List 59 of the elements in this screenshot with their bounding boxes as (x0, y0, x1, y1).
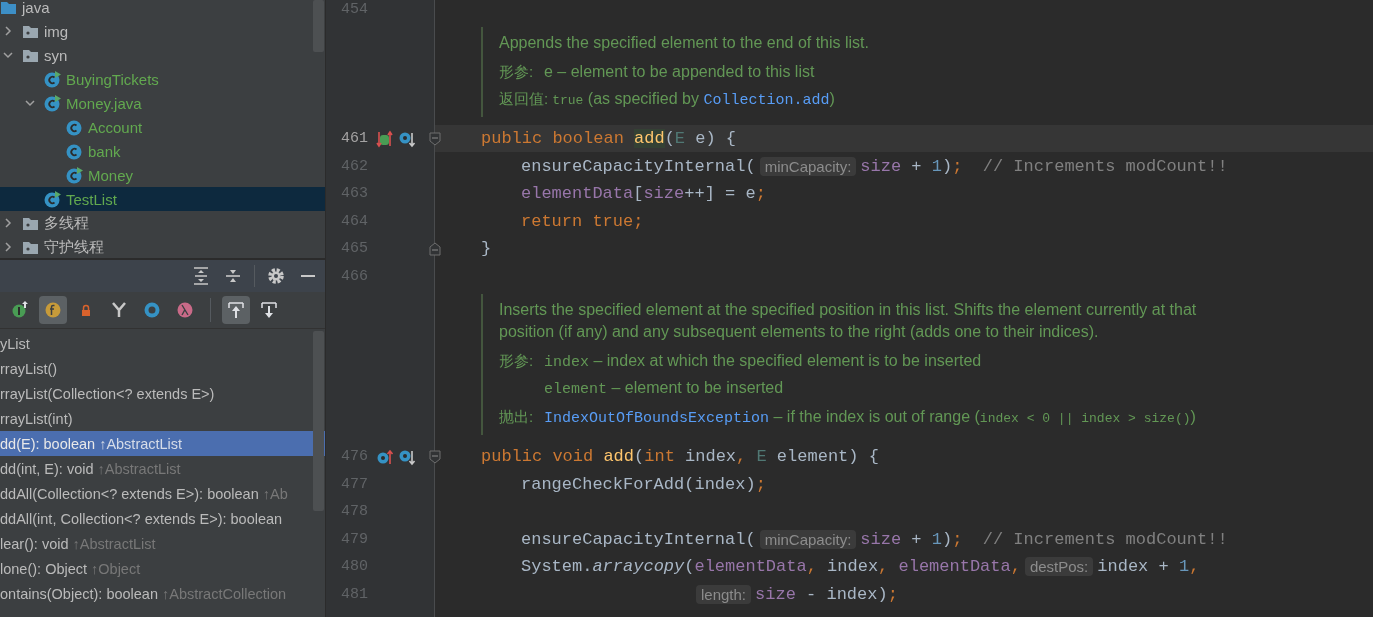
code-line: elementData[size++] = e; (520, 183, 767, 205)
tree-item[interactable]: Account (0, 115, 325, 139)
doc-text: Inserts the specified element at the specified position in this list. Shifts the element currently at that (499, 299, 1197, 320)
field-filter-icon[interactable] (39, 296, 67, 324)
tree-item[interactable]: bank (0, 139, 325, 163)
parameter-hint: length: (696, 584, 752, 604)
tree-item[interactable]: 守护线程 (0, 235, 325, 258)
scrollbar[interactable] (313, 0, 324, 52)
doc-label: 返回值: (499, 88, 549, 109)
line-number: 461 (340, 130, 368, 147)
doc-text: position (if any) and any subsequent elements to the right (adds one to their indices). (499, 321, 1100, 342)
code-line: ensureCapacityInternal( minCapacity: size + 1); // Increments modCount!! (520, 528, 1229, 551)
fold-icon[interactable] (428, 449, 442, 464)
structure-item[interactable]: lear(): void ↑AbstractList (0, 531, 325, 556)
parameter-hint: minCapacity: (759, 156, 857, 176)
settings-icon[interactable] (265, 265, 287, 287)
parameter-hint: minCapacity: (759, 529, 857, 549)
tree-item[interactable]: 多线程 (0, 211, 325, 235)
tree-item[interactable]: syn (0, 43, 325, 67)
code-line: } (480, 238, 493, 260)
doc-text: element – element to be inserted (544, 377, 785, 400)
fold-icon[interactable] (428, 241, 442, 256)
code-line: return true; (520, 210, 645, 233)
tree-item[interactable]: img (0, 19, 325, 43)
tree-item[interactable]: Money (0, 163, 325, 187)
doc-text: index – index at which the specified element is to be inserted (544, 350, 982, 373)
code-line: rangeCheckForAdd(index); (520, 473, 767, 496)
tree-item[interactable]: BuyingTickets (0, 67, 325, 91)
structure-item[interactable]: yList (0, 331, 325, 356)
arrow-up-icon[interactable] (222, 296, 250, 324)
up-down-arrows-icon[interactable] (376, 129, 394, 148)
code-line: ensureCapacityInternal( minCapacity: size + 1); // Increments modCount!! (520, 155, 1229, 178)
folder-icon (0, 0, 17, 16)
structure-item[interactable]: rrayList() (0, 356, 325, 381)
doc-label: 形参: (499, 350, 535, 371)
code-line: public void add(int index, E element) { (480, 446, 880, 468)
tree-item[interactable]: Money.java (0, 91, 325, 115)
tree-item[interactable]: TestList (0, 187, 325, 211)
structure-item[interactable]: rrayList(int) (0, 406, 325, 431)
code-line: System.arraycopy(elementData, index, elementData, destPos: index + 1, (520, 556, 1201, 578)
structure-item[interactable]: ddAll(int, Collection<? extends E>): boolean (0, 506, 325, 531)
structure-item[interactable]: dd(E): boolean ↑AbstractList (0, 431, 325, 456)
structure-item[interactable]: ontains(Object): boolean ↑AbstractCollection (0, 581, 325, 606)
doc-text: true (as specified by Collection.add) (552, 88, 835, 111)
structure-item[interactable]: ddAll(Collection<? extends E>): boolean ↑Ab (0, 481, 325, 506)
doc-label: 形参: (499, 61, 535, 82)
doc-link[interactable]: Collection.add (703, 91, 830, 109)
code-line: length: size - index); (435, 580, 1373, 608)
doc-link[interactable]: IndexOutOfBoundsException (544, 409, 770, 427)
scrollbar[interactable] (313, 331, 324, 511)
structure-item[interactable]: rrayList(Collection<? extends E>) (0, 381, 325, 406)
parameter-hint: destPos: (1024, 557, 1094, 576)
structure-item[interactable]: dd(int, E): void ↑AbstractList (0, 456, 325, 481)
tree-item[interactable]: java (0, 0, 325, 19)
doc-label: 抛出: (499, 406, 535, 427)
doc-text: e – element to be appended to this list (544, 61, 815, 82)
structure-item[interactable]: lone(): Object ↑Object (0, 556, 325, 581)
circle-arrow-up-icon[interactable] (376, 447, 394, 466)
doc-text: Appends the specified element to the end of this list. (499, 32, 869, 53)
